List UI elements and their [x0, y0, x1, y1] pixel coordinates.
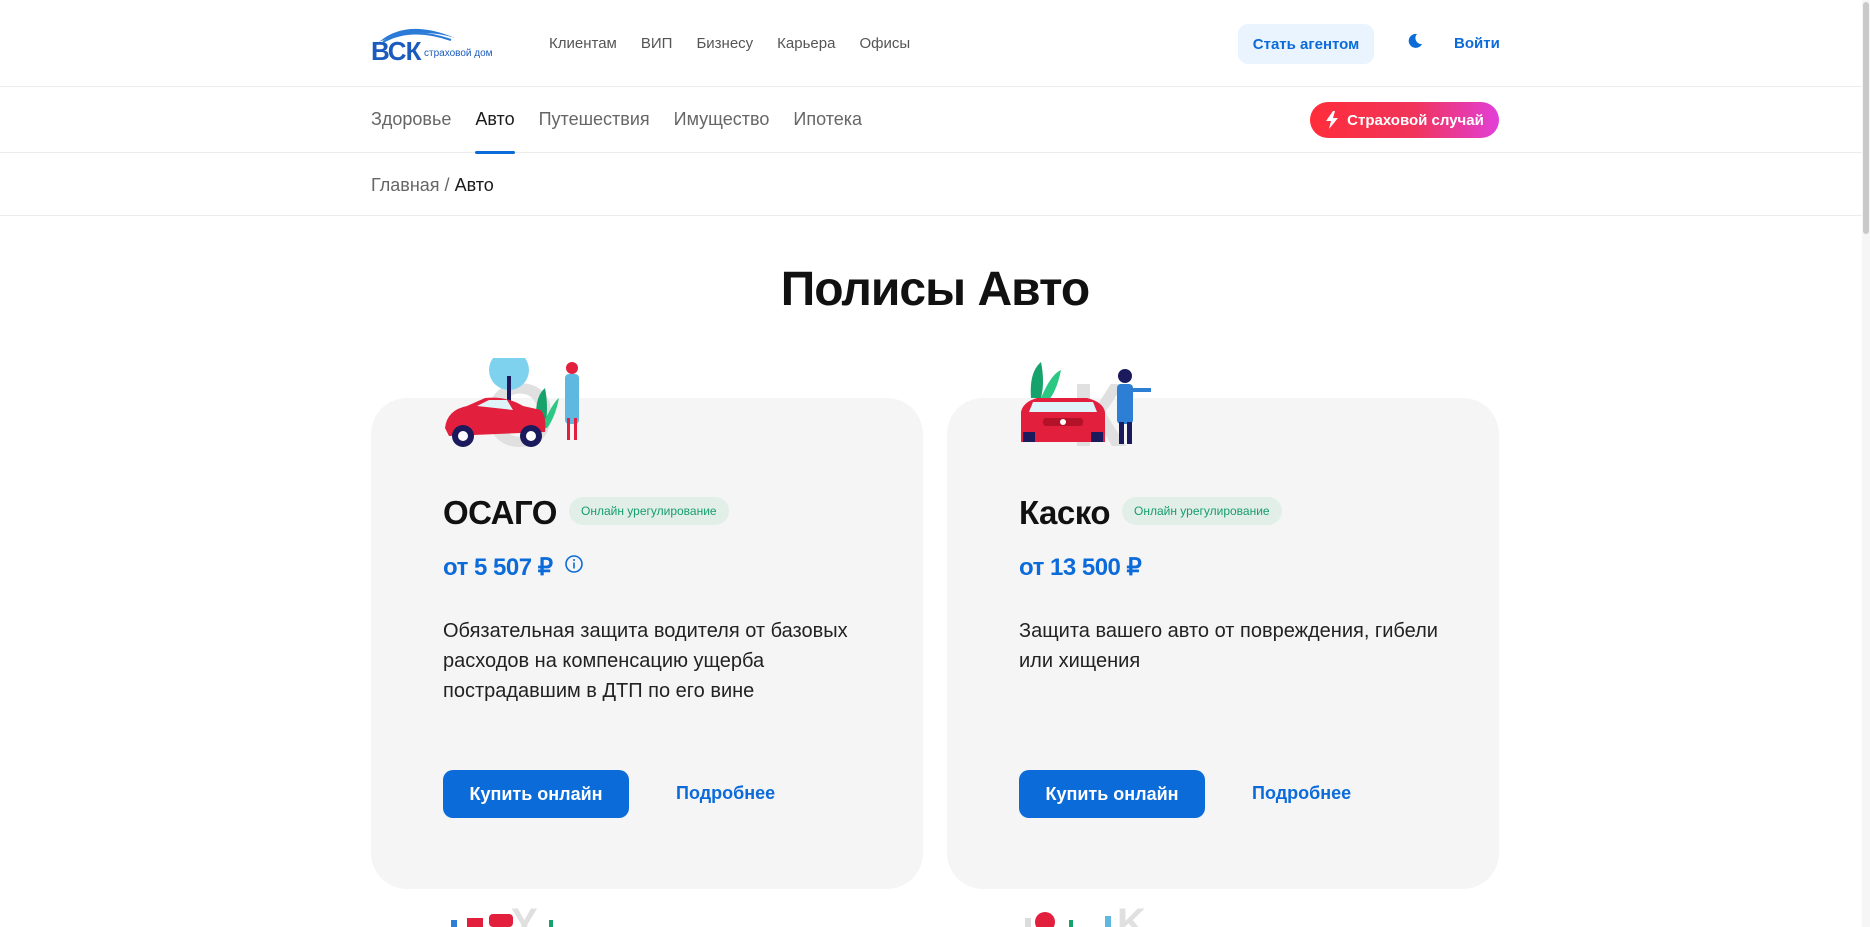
card-price: от 13 500 ₽ — [1019, 554, 1142, 581]
buy-online-button[interactable]: Купить онлайн — [1019, 770, 1205, 818]
become-agent-button[interactable]: Стать агентом — [1238, 24, 1374, 64]
osago-card: О ОСАГО Онлайн урегулирование от 5 507 ₽… — [371, 358, 923, 889]
section-nav: Здоровье Авто Путешествия Имущество Ипот… — [371, 109, 862, 154]
more-info-link[interactable]: Подробнее — [676, 783, 775, 804]
logo-subtitle: страховой дом — [424, 48, 493, 59]
claim-label: Страховой случай — [1347, 111, 1484, 129]
card-title: ОСАГО — [443, 494, 557, 531]
section-nav-bar: Здоровье Авто Путешествия Имущество Ипот… — [0, 88, 1862, 154]
top-nav-career[interactable]: Карьера — [777, 35, 835, 52]
page-scrollbar[interactable] — [1862, 0, 1870, 927]
breadcrumb-current: Авто — [454, 175, 494, 195]
car-owner-illustration: К — [1021, 362, 1151, 458]
tab-travel[interactable]: Путешествия — [539, 109, 650, 130]
card-price: от 5 507 ₽ — [443, 554, 553, 581]
next-card-illustration: K — [1017, 908, 1157, 927]
vsk-logo[interactable]: ВСК страховой дом — [371, 22, 503, 66]
top-header: ВСК страховой дом Клиентам ВИП Бизнесу К… — [0, 0, 1862, 87]
info-icon[interactable] — [564, 554, 584, 574]
top-nav-clients[interactable]: Клиентам — [549, 35, 617, 52]
buy-online-button[interactable]: Купить онлайн — [443, 770, 629, 818]
tab-property[interactable]: Имущество — [674, 109, 770, 130]
svg-text:K: K — [1117, 908, 1146, 927]
moon-icon[interactable] — [1406, 32, 1424, 50]
logo-mark: ВСК — [371, 36, 421, 66]
online-settlement-badge: Онлайн урегулирование — [1122, 497, 1282, 525]
insurance-claim-button[interactable]: Страховой случай — [1310, 102, 1499, 138]
svg-text:Y: Y — [511, 908, 538, 927]
scrollbar-thumb[interactable] — [1863, 2, 1869, 234]
car-accident-illustration: О — [445, 358, 579, 458]
online-settlement-badge: Онлайн урегулирование — [569, 497, 729, 525]
card-description: Защита вашего авто от повреждения, гибел… — [1019, 620, 1438, 672]
breadcrumb-separator: / — [444, 175, 450, 195]
top-nav-offices[interactable]: Офисы — [859, 35, 910, 52]
next-card-illustration: Y — [441, 908, 581, 927]
tab-auto[interactable]: Авто — [475, 109, 515, 154]
tab-health[interactable]: Здоровье — [371, 109, 451, 130]
tab-mortgage[interactable]: Ипотека — [793, 109, 862, 130]
login-link[interactable]: Войти — [1454, 35, 1500, 52]
more-info-link[interactable]: Подробнее — [1252, 783, 1351, 804]
card-description: Обязательная защита водителя от базовых … — [443, 620, 848, 702]
top-nav-vip[interactable]: ВИП — [641, 35, 673, 52]
top-nav-business[interactable]: Бизнесу — [696, 35, 753, 52]
breadcrumb-home[interactable]: Главная — [371, 175, 440, 195]
kasko-card: К Каско Онлайн урегулирование от 13 500 … — [947, 362, 1499, 889]
lightning-icon — [1326, 111, 1339, 129]
top-nav: Клиентам ВИП Бизнесу Карьера Офисы — [549, 35, 910, 52]
breadcrumb: Главная / Авто — [0, 154, 1862, 216]
page-title: Полисы Авто — [780, 263, 1090, 316]
card-title: Каско — [1019, 494, 1111, 531]
